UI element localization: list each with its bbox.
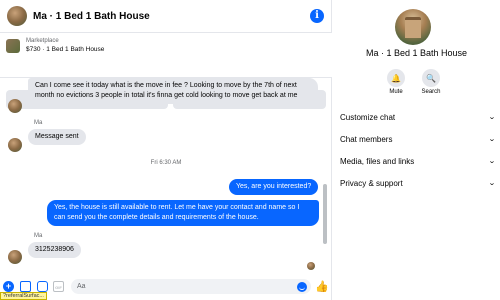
add-icon[interactable]: + bbox=[3, 281, 14, 292]
listing-thumbnail[interactable] bbox=[6, 38, 20, 53]
chevron-down-icon: ⌄ bbox=[488, 180, 496, 187]
message-thread: Can I come see it today what is the move… bbox=[0, 78, 332, 274]
profile-avatar[interactable] bbox=[395, 9, 431, 45]
incoming-message: 3125238906 bbox=[28, 242, 81, 258]
incoming-message: Can I come see it today what is the move… bbox=[28, 78, 318, 104]
scrollbar[interactable] bbox=[322, 80, 328, 270]
search-label: Search bbox=[421, 89, 441, 95]
search-button[interactable]: 🔍 bbox=[422, 69, 440, 87]
customize-chat-item[interactable]: Customize chat ⌄ bbox=[340, 110, 496, 124]
scrollbar-thumb[interactable] bbox=[323, 184, 327, 244]
marketplace-listing[interactable]: Marketplace $730 · 1 Bed 1 Bath House bbox=[6, 37, 104, 54]
gif-icon[interactable]: GIF bbox=[53, 281, 64, 292]
sender-avatar[interactable] bbox=[8, 250, 22, 264]
mute-button[interactable]: 🔔 bbox=[387, 69, 405, 87]
profile-name[interactable]: Ma · 1 Bed 1 Bath House bbox=[333, 48, 500, 58]
sender-name: Ma bbox=[34, 120, 43, 126]
status-url-tag: ?referralSurfac... bbox=[0, 292, 47, 300]
image-icon[interactable] bbox=[20, 281, 31, 292]
outgoing-message: Yes, the house is still available to ren… bbox=[47, 200, 319, 226]
search-icon: 🔍 bbox=[426, 73, 436, 83]
listing-price-title[interactable]: $730 · 1 Bed 1 Bath House bbox=[26, 45, 104, 54]
seen-indicator-avatar bbox=[307, 262, 315, 270]
message-input[interactable] bbox=[71, 279, 311, 294]
menu-label: Chat members bbox=[340, 134, 393, 144]
sticker-icon[interactable] bbox=[37, 281, 48, 292]
outgoing-message: Yes, are you interested? bbox=[229, 179, 319, 195]
sender-name: Ma bbox=[34, 233, 43, 239]
listing-text: Marketplace $730 · 1 Bed 1 Bath House bbox=[26, 37, 104, 54]
conversation-info-panel: Ma · 1 Bed 1 Bath House 🔔 Mute 🔍 Search … bbox=[333, 0, 500, 300]
chat-title[interactable]: Ma · 1 Bed 1 Bath House bbox=[33, 11, 150, 22]
sender-avatar[interactable] bbox=[8, 138, 22, 152]
menu-label: Media, files and links bbox=[340, 156, 415, 166]
menu-label: Privacy & support bbox=[340, 178, 403, 188]
chevron-down-icon: ⌄ bbox=[488, 136, 496, 143]
marketplace-label: Marketplace bbox=[26, 38, 59, 44]
chevron-down-icon: ⌄ bbox=[488, 114, 496, 121]
info-icon[interactable]: i bbox=[310, 9, 324, 23]
chat-header: Ma · 1 Bed 1 Bath House i bbox=[0, 0, 332, 33]
chat-members-item[interactable]: Chat members ⌄ bbox=[340, 132, 496, 146]
chevron-down-icon: ⌄ bbox=[488, 158, 496, 165]
bell-icon: 🔔 bbox=[391, 73, 401, 83]
mute-label: Mute bbox=[389, 89, 403, 95]
timestamp-separator: Fri 6:30 AM bbox=[150, 160, 182, 166]
media-files-links-item[interactable]: Media, files and links ⌄ bbox=[340, 154, 496, 168]
sender-avatar[interactable] bbox=[8, 99, 22, 113]
privacy-support-item[interactable]: Privacy & support ⌄ bbox=[340, 176, 496, 190]
marketplace-banner: Marketplace $730 · 1 Bed 1 Bath House Ma… bbox=[0, 33, 332, 109]
chat-pane: Ma · 1 Bed 1 Bath House i Marketplace $7… bbox=[0, 0, 332, 300]
incoming-message: Message sent bbox=[28, 129, 86, 145]
menu-label: Customize chat bbox=[340, 112, 396, 122]
emoji-icon[interactable] bbox=[297, 282, 307, 292]
avatar[interactable] bbox=[7, 6, 27, 26]
thumbs-up-icon[interactable]: 👍 bbox=[315, 280, 329, 293]
